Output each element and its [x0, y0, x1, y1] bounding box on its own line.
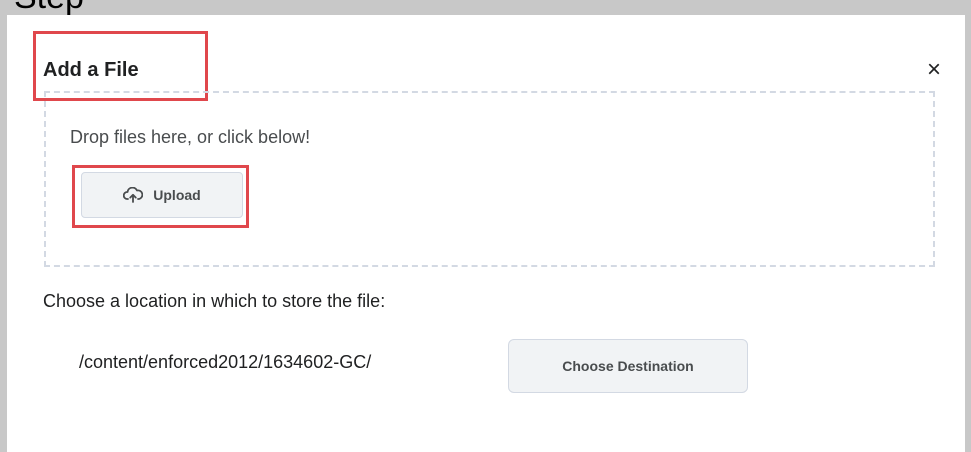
choose-destination-button[interactable]: Choose Destination [508, 339, 748, 393]
frame-left [0, 15, 7, 452]
close-icon: × [926, 56, 941, 83]
add-file-dialog: Add a File × Drop files here, or click b… [7, 15, 965, 452]
upload-highlight-box [72, 165, 249, 228]
close-button[interactable]: × [919, 55, 949, 85]
dropzone-message: Drop files here, or click below! [70, 127, 311, 147]
background-strip: Step [0, 0, 971, 15]
frame-right [965, 15, 971, 452]
destination-path: /content/enforced2012/1634602-GC/ [79, 352, 372, 372]
location-label: Choose a location in which to store the … [43, 291, 386, 311]
partial-caption: Step [14, 0, 84, 15]
